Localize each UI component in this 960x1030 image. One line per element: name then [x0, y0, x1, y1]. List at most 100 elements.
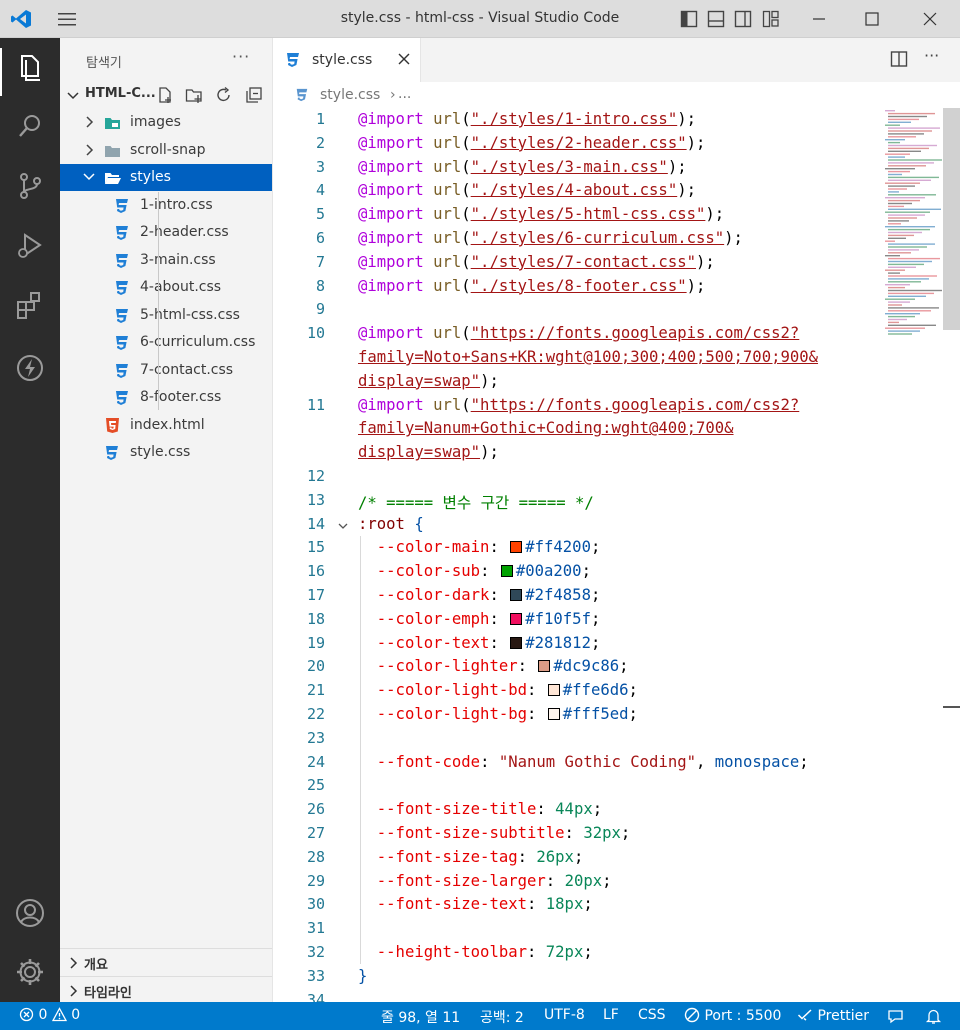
problems-indicator[interactable]: 0 0: [19, 1007, 80, 1023]
minimap-line: [888, 179, 931, 181]
cursor-position[interactable]: 줄 98, 열 11: [381, 1007, 460, 1027]
thunder-client-icon[interactable]: [12, 350, 48, 386]
tree-item-6-curriculum-css[interactable]: 6-curriculum.css: [60, 329, 272, 356]
outline-label: 개요: [84, 958, 108, 973]
tree-item-1-intro-css[interactable]: 1-intro.css: [60, 192, 272, 219]
line-number: 8: [315, 276, 325, 295]
collapse-all-icon[interactable]: [245, 86, 263, 104]
tree-item-style-css[interactable]: style.css: [60, 439, 272, 466]
toggle-panel-icon[interactable]: [707, 10, 725, 28]
line-number: 12: [306, 467, 325, 485]
timeline-section[interactable]: 타임라인: [60, 976, 272, 1004]
language-mode[interactable]: CSS: [638, 1007, 666, 1023]
color-swatch[interactable]: [510, 589, 523, 601]
color-swatch[interactable]: [510, 636, 523, 649]
code-line: --color-dark: #2f4858;: [376, 586, 601, 604]
tree-item-index-html[interactable]: index.html: [60, 412, 272, 439]
tree-item-8-footer-css[interactable]: 8-footer.css: [60, 384, 272, 411]
tree-item-scroll-snap[interactable]: scroll-snap: [60, 137, 272, 164]
chevron-down-icon[interactable]: [66, 89, 80, 103]
line-number: 18: [306, 609, 325, 628]
tree-item-2-header-css[interactable]: 2-header.css: [60, 219, 272, 246]
breadcrumb-separator: ›: [390, 87, 396, 103]
css-file-icon: [106, 446, 118, 460]
minimap-line: [888, 115, 927, 118]
breadcrumb-file[interactable]: style.css: [320, 87, 380, 103]
minimap-line: [888, 165, 926, 167]
code-line: @import url("./styles/4-about.css");: [358, 181, 696, 200]
editor-more-actions-icon[interactable]: ···: [924, 46, 939, 65]
minimap-line: [888, 191, 899, 193]
toggle-secondary-sidebar-icon[interactable]: [734, 10, 752, 28]
color-swatch[interactable]: [538, 660, 551, 673]
prettier-label: Prettier: [817, 1008, 869, 1024]
color-swatch[interactable]: [547, 708, 560, 720]
maximize-button[interactable]: [858, 6, 886, 32]
line-number: 22: [306, 705, 325, 723]
minimap-line: [888, 304, 902, 306]
minimize-button[interactable]: [805, 6, 833, 32]
workspace-section-title[interactable]: HTML-C...: [85, 86, 156, 101]
color-swatch[interactable]: [547, 684, 560, 697]
tree-item-5-html-css-css[interactable]: 5-html-css.css: [60, 302, 272, 329]
refresh-icon[interactable]: [215, 86, 233, 104]
fold-chevron-icon[interactable]: [337, 520, 349, 532]
breadcrumb-symbols[interactable]: ...: [398, 86, 411, 102]
code-line: display=swap");: [358, 443, 499, 462]
line-number: 9: [315, 300, 325, 319]
extensions-icon[interactable]: [12, 288, 48, 324]
explorer-header: 탐색기: [86, 56, 122, 71]
indentation[interactable]: 공백: 2: [480, 1007, 524, 1027]
chevron-down-icon: [83, 173, 95, 181]
code-editor[interactable]: 1 @import url("./styles/1-intro.css"); 2 @i…: [273, 108, 960, 1002]
code-line: }: [358, 966, 368, 985]
code-line: :root {: [358, 514, 424, 533]
customize-layout-icon[interactable]: [762, 10, 780, 28]
line-number: 11: [306, 395, 325, 414]
tree-item-styles[interactable]: styles: [60, 164, 272, 191]
code-line: /* ===== 변수 구간 ===== */: [358, 493, 594, 512]
account-icon[interactable]: [12, 895, 48, 931]
settings-gear-icon[interactable]: [12, 954, 48, 990]
color-swatch[interactable]: [510, 541, 523, 554]
live-server-port[interactable]: Port : 5500: [684, 1007, 781, 1024]
tree-item-4-about-css[interactable]: 4-about.css: [60, 274, 272, 301]
toggle-sidebar-icon[interactable]: [680, 10, 698, 28]
explorer-sidebar: 탐색기 ··· HTML-C... images scroll-snap style…: [60, 38, 273, 1002]
source-control-icon[interactable]: [12, 168, 48, 204]
color-swatch[interactable]: [510, 612, 523, 625]
line-number: 6: [315, 229, 325, 247]
tree-item-images[interactable]: images: [60, 109, 272, 136]
new-folder-icon[interactable]: [185, 86, 203, 104]
explorer-more-actions[interactable]: ···: [232, 47, 250, 66]
chevron-right-icon: [70, 985, 78, 997]
line-number: 16: [306, 562, 325, 581]
minimap-line: [888, 214, 925, 216]
color-swatch[interactable]: [500, 565, 513, 578]
close-tab-icon[interactable]: [397, 52, 411, 66]
minimap-line: [885, 269, 905, 271]
minimap-line: [888, 292, 934, 295]
feedback-icon[interactable]: [887, 1008, 904, 1025]
minimap-line: [888, 272, 900, 274]
vertical-scrollbar[interactable]: [943, 108, 960, 330]
close-window-button[interactable]: [916, 6, 944, 32]
title-bar: style.css - html-css - Visual Studio Cod…: [0, 0, 960, 38]
encoding[interactable]: UTF-8: [544, 1007, 585, 1023]
code-line: @import url("https://fonts.googleapis.co…: [358, 395, 800, 414]
notifications-bell-icon[interactable]: [925, 1008, 942, 1025]
css-file-icon: [287, 53, 299, 67]
outline-section[interactable]: 개요: [60, 948, 272, 976]
tree-item-7-contact-css[interactable]: 7-contact.css: [60, 357, 272, 384]
end-of-line[interactable]: LF: [603, 1007, 619, 1023]
split-editor-icon[interactable]: [890, 50, 908, 68]
tree-item-3-main-css[interactable]: 3-main.css: [60, 247, 272, 274]
minimap-line: [888, 217, 917, 219]
new-file-icon[interactable]: [156, 86, 174, 104]
tab-style-css[interactable]: style.css: [273, 38, 421, 82]
minimap-line: [885, 211, 930, 213]
explorer-icon[interactable]: [12, 50, 48, 86]
run-debug-icon[interactable]: [12, 228, 48, 264]
search-icon[interactable]: [12, 108, 48, 144]
prettier-status[interactable]: Prettier: [797, 1007, 869, 1024]
